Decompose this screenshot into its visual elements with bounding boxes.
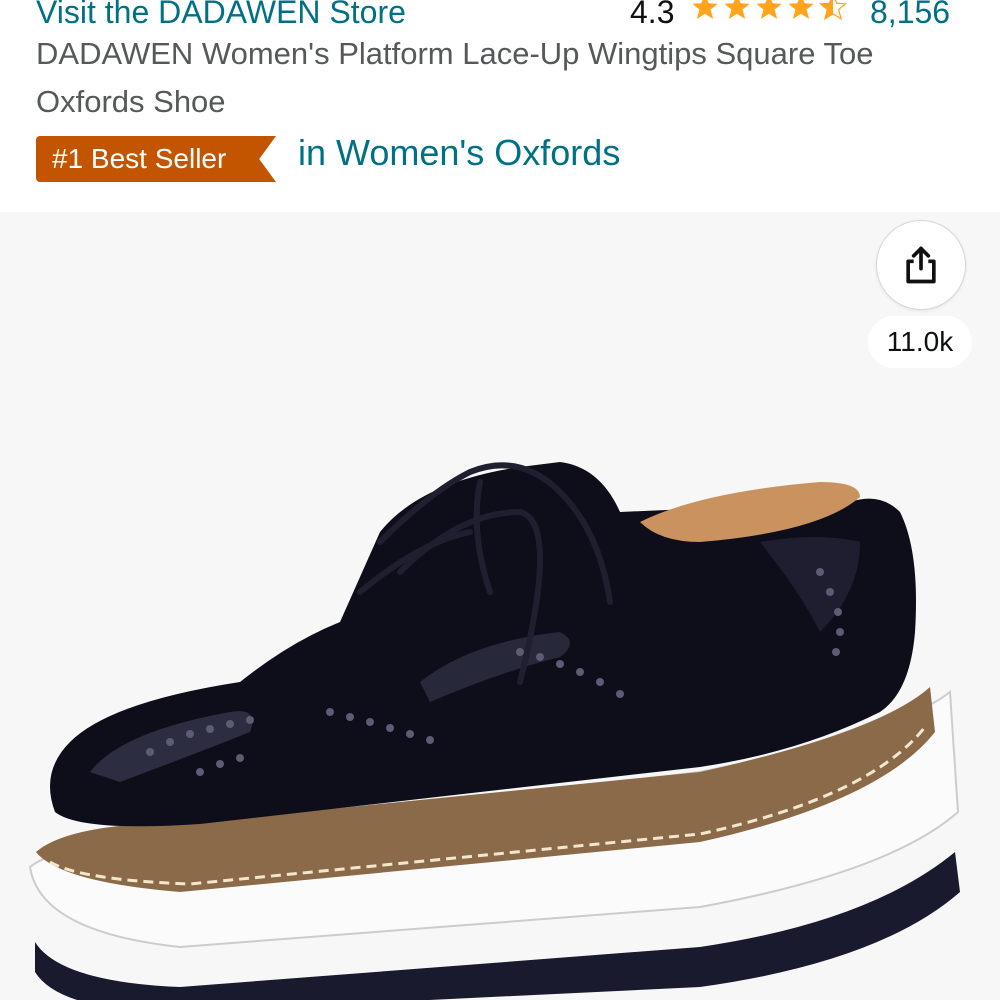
store-link[interactable]: Visit the DADAWEN Store <box>36 0 406 31</box>
star-icon <box>724 0 750 19</box>
share-button[interactable] <box>876 220 966 310</box>
best-seller-badge[interactable]: #1 Best Seller <box>36 136 276 182</box>
star-icon <box>788 0 814 19</box>
star-icon <box>692 0 718 19</box>
rating-value: 4.3 <box>630 0 675 30</box>
star-icon <box>756 0 782 19</box>
review-count-link[interactable]: 8,156 <box>870 0 950 31</box>
star-rating[interactable] <box>690 0 848 22</box>
share-icon <box>906 246 936 284</box>
share-count: 11.0k <box>868 316 972 368</box>
star-half-icon <box>818 0 848 21</box>
product-image[interactable] <box>0 212 1000 1000</box>
best-seller-category-link[interactable]: in Women's Oxfords <box>298 132 620 174</box>
product-title: DADAWEN Women's Platform Lace-Up Wingtip… <box>36 36 874 119</box>
